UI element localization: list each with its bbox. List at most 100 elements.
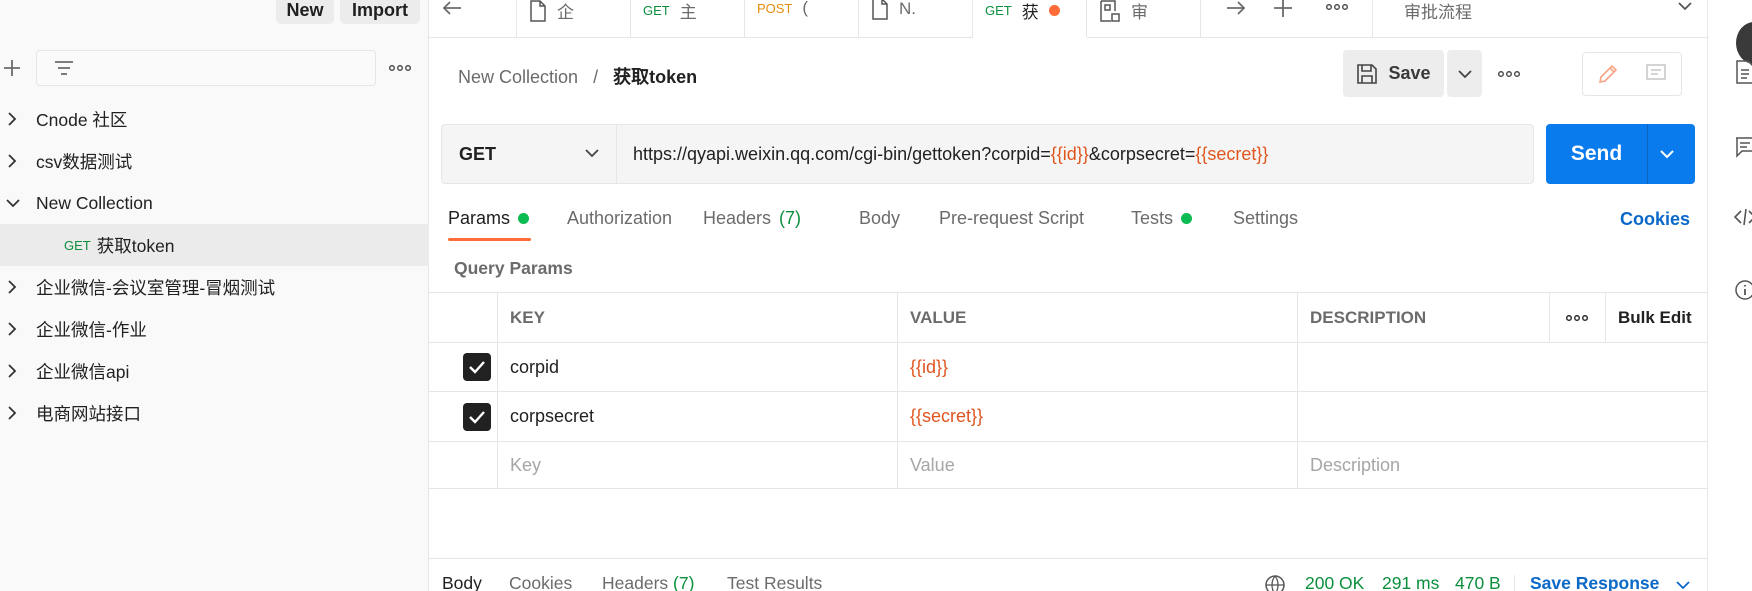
comments-icon[interactable] bbox=[1734, 136, 1752, 158]
more-options-icon[interactable] bbox=[389, 65, 411, 71]
new-button[interactable]: New bbox=[276, 0, 334, 24]
table-row-empty: Key Value Description bbox=[429, 441, 1707, 489]
save-response-label: Save Response bbox=[1530, 573, 1660, 591]
chevron-right-icon[interactable] bbox=[5, 405, 19, 421]
tab-authorization[interactable]: Authorization bbox=[567, 208, 672, 229]
save-icon bbox=[1356, 63, 1378, 85]
row-checkbox[interactable] bbox=[463, 353, 491, 381]
more-actions-icon[interactable] bbox=[1498, 71, 1520, 77]
column-header-description: DESCRIPTION bbox=[1297, 293, 1549, 342]
new-tab-icon[interactable] bbox=[1273, 0, 1293, 18]
param-description[interactable] bbox=[1297, 343, 1707, 391]
bulk-edit-button[interactable]: Bulk Edit bbox=[1605, 293, 1707, 342]
collection-label: Cnode 社区 bbox=[36, 109, 128, 130]
breadcrumb-parent[interactable]: New Collection bbox=[458, 67, 578, 87]
tab-label: N. bbox=[899, 0, 916, 18]
collection-item[interactable]: Cnode 社区 bbox=[0, 98, 429, 140]
environment-select[interactable]: 审批流程 bbox=[1404, 0, 1472, 23]
param-key[interactable]: corpsecret bbox=[497, 392, 897, 441]
headers-count: (7) bbox=[779, 208, 802, 228]
grid-doc-icon bbox=[1099, 0, 1121, 22]
collection-label: New Collection bbox=[36, 192, 153, 213]
chevron-down-icon[interactable] bbox=[5, 195, 21, 211]
url-input[interactable]: https://qyapi.weixin.qq.com/cgi-bin/gett… bbox=[633, 144, 1268, 165]
tab-request[interactable]: N. bbox=[859, 0, 973, 38]
param-key[interactable]: corpid bbox=[497, 343, 897, 391]
filter-input[interactable] bbox=[36, 50, 376, 86]
row-checkbox[interactable] bbox=[463, 403, 491, 431]
tab-body[interactable]: Body bbox=[859, 208, 900, 229]
chevron-right-icon[interactable] bbox=[5, 153, 19, 169]
response-status[interactable]: 200 OK bbox=[1305, 573, 1364, 591]
active-tab-indicator bbox=[448, 238, 531, 241]
document-icon bbox=[871, 0, 889, 20]
collection-item[interactable]: 电商网站接口 bbox=[0, 392, 429, 434]
save-response-button[interactable]: Save Response bbox=[1530, 573, 1659, 591]
response-tab-test-results[interactable]: Test Results bbox=[727, 573, 822, 591]
back-arrow-icon[interactable] bbox=[441, 0, 463, 16]
method-badge: POST bbox=[757, 0, 793, 16]
param-value[interactable]: {{secret}} bbox=[897, 392, 1297, 441]
column-options[interactable] bbox=[1549, 293, 1605, 342]
collection-item[interactable]: csv数据测试 bbox=[0, 140, 429, 182]
url-bar: GET https://qyapi.weixin.qq.com/cgi-bin/… bbox=[441, 124, 1534, 184]
description-input[interactable]: Description bbox=[1297, 442, 1707, 488]
forward-arrow-icon[interactable] bbox=[1225, 0, 1247, 16]
tab-headers[interactable]: Headers (7) bbox=[703, 208, 801, 229]
method-value: GET bbox=[459, 143, 497, 164]
response-tab-cookies[interactable]: Cookies bbox=[509, 573, 572, 591]
tab-settings[interactable]: Settings bbox=[1233, 208, 1298, 229]
chevron-down-icon[interactable] bbox=[1677, 0, 1693, 12]
collection-item[interactable]: 企业微信api bbox=[0, 350, 429, 392]
param-description[interactable] bbox=[1297, 392, 1707, 441]
tab-params[interactable]: Params bbox=[448, 208, 530, 229]
collection-item[interactable]: 企业微信-会议室管理-冒烟测试 bbox=[0, 266, 429, 308]
method-select[interactable]: GET bbox=[442, 125, 617, 183]
value-input[interactable]: Value bbox=[897, 442, 1297, 488]
edit-pencil-icon[interactable] bbox=[1597, 63, 1619, 85]
chevron-right-icon[interactable] bbox=[5, 279, 19, 295]
request-label: 获取token bbox=[96, 235, 175, 256]
collection-item[interactable]: New Collection bbox=[0, 182, 429, 224]
url-part: &corpsecret= bbox=[1088, 144, 1196, 164]
column-header-key: KEY bbox=[497, 293, 897, 342]
request-item[interactable]: GET 获取token bbox=[0, 224, 429, 266]
chevron-right-icon[interactable] bbox=[5, 111, 19, 127]
response-tab-body[interactable]: Body bbox=[442, 573, 482, 591]
tab-pre-request-script[interactable]: Pre-request Script bbox=[939, 208, 1084, 229]
cookies-link[interactable]: Cookies bbox=[1620, 209, 1690, 230]
code-icon[interactable] bbox=[1734, 208, 1752, 226]
response-tab-headers[interactable]: Headers (7) bbox=[602, 573, 694, 591]
tab-request[interactable]: 审 bbox=[1087, 0, 1201, 38]
chevron-right-icon[interactable] bbox=[5, 363, 19, 379]
tab-request[interactable]: POST ( bbox=[745, 0, 859, 38]
chevron-right-icon[interactable] bbox=[5, 321, 19, 337]
breadcrumb-current[interactable]: 获取token bbox=[613, 67, 697, 87]
add-collection-icon[interactable] bbox=[2, 58, 22, 78]
url-part: https://qyapi.weixin.qq.com/cgi-bin/gett… bbox=[633, 144, 1051, 164]
response-size[interactable]: 470 B bbox=[1455, 573, 1501, 591]
documentation-icon[interactable] bbox=[1735, 60, 1752, 84]
tab-tests[interactable]: Tests bbox=[1131, 208, 1193, 229]
tab-request[interactable]: GET 主 bbox=[631, 0, 745, 38]
save-button[interactable]: Save bbox=[1343, 50, 1444, 97]
chevron-down-icon[interactable] bbox=[1657, 144, 1677, 164]
param-value[interactable]: {{id}} bbox=[897, 343, 1297, 391]
key-input[interactable]: Key bbox=[497, 442, 897, 488]
globe-icon[interactable] bbox=[1264, 574, 1286, 591]
more-options-icon bbox=[1566, 314, 1588, 321]
tab-strip: 企 GET 主 POST ( N. GET 获 审 审批流程 bbox=[429, 0, 1707, 38]
tab-request-active[interactable]: GET 获 bbox=[973, 0, 1087, 38]
comment-icon[interactable] bbox=[1645, 63, 1667, 85]
avatar[interactable] bbox=[1736, 22, 1752, 64]
chevron-down-icon[interactable] bbox=[1675, 579, 1691, 591]
collection-item[interactable]: 企业微信-作业 bbox=[0, 308, 429, 350]
save-options-button[interactable] bbox=[1447, 50, 1482, 97]
import-button[interactable]: Import bbox=[340, 0, 420, 24]
send-button[interactable]: Send bbox=[1546, 124, 1695, 184]
response-time[interactable]: 291 ms bbox=[1382, 573, 1439, 591]
tab-request[interactable]: 企 bbox=[517, 0, 631, 38]
method-badge: GET bbox=[643, 3, 670, 18]
tab-options-icon[interactable] bbox=[1326, 4, 1348, 10]
info-icon[interactable] bbox=[1734, 279, 1752, 301]
